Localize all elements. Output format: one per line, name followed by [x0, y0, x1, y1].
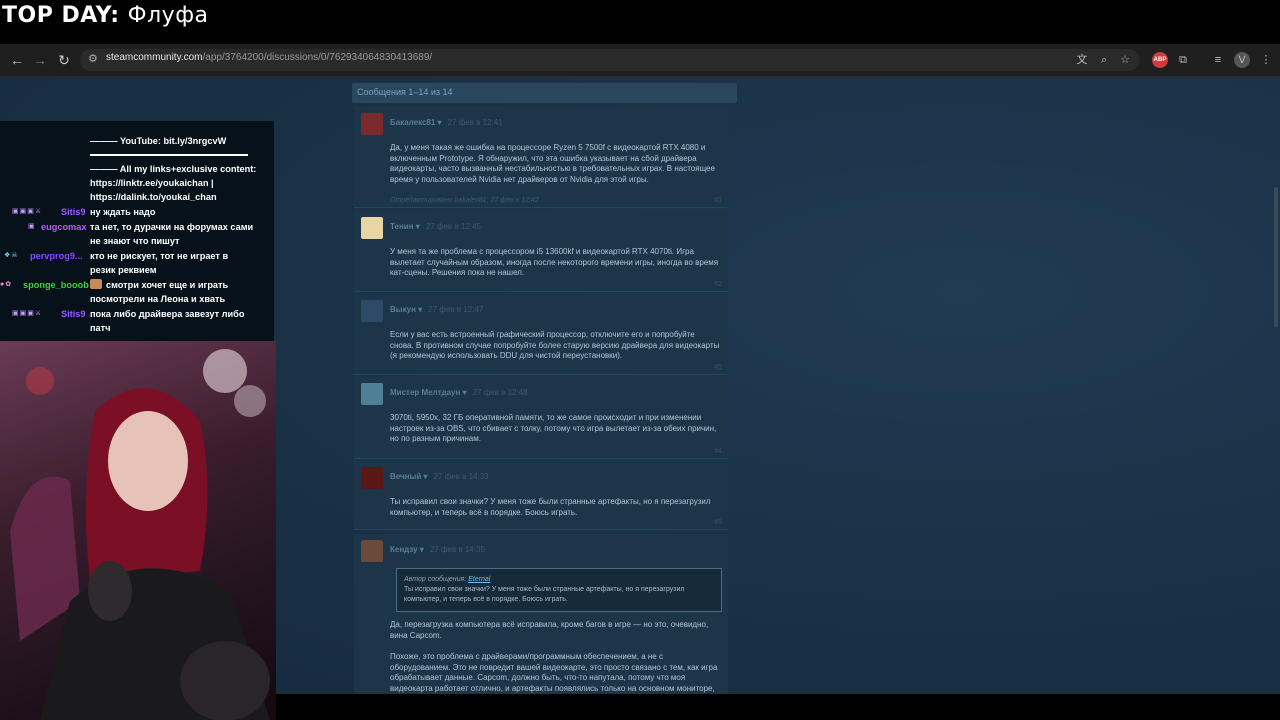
post-number[interactable]: #1: [714, 197, 722, 204]
chat-info-line: https://linktr.ee/youkaichan |: [90, 178, 214, 188]
chat-info-line: ——— YouTube: bit.ly/3nrgcvW: [90, 136, 227, 146]
post-date: 27 фев в 12:48: [472, 388, 528, 397]
chat-message: резик реквием: [90, 265, 157, 275]
media-control-icon[interactable]: ≡: [1210, 52, 1226, 68]
bookmark-star-icon[interactable]: ☆: [1117, 52, 1133, 68]
chat-badges: ▣: [28, 223, 36, 230]
post-date: 27 фев в 14:33: [433, 472, 489, 481]
post-date: 27 фев в 12:41: [447, 118, 503, 127]
quote-text: Ты исправил свои значки? У меня тоже был…: [404, 586, 685, 603]
post-6: Кендзу ▾ 27 фев в 14:35 Автор сообщения: …: [354, 534, 728, 694]
chat-badges: ▣▣▣⚔: [12, 208, 43, 215]
chat-message: не знают что пишут: [90, 236, 180, 246]
post-author[interactable]: Кендзу ▾ 27 фев в 14:35: [390, 545, 485, 554]
streamer-silhouette: [10, 349, 270, 720]
post-date: 27 фев в 14:35: [429, 545, 485, 554]
post-1: Бакалекс81 ▾ 27 фев в 12:41 Да, у меня та…: [354, 107, 728, 208]
browser-toolbar: ← → ↻ ⚙ steamcommunity.com/app/3764200/d…: [0, 44, 1280, 77]
emote-icon: [90, 279, 102, 289]
chat-message: ну ждать надо: [90, 207, 156, 217]
webcam-feed: [0, 341, 276, 720]
post-edited-note: Отредактировано bakalex81; 27 фев в 12:4…: [390, 197, 539, 204]
chat-username[interactable]: eugcomax: [41, 220, 86, 234]
stream-chat: ——— YouTube: bit.ly/3nrgcvW ——— All my l…: [0, 121, 274, 341]
quote-header: Автор сообщения: Eternal: [404, 576, 491, 583]
page-scrollbar[interactable]: [1274, 187, 1278, 327]
chat-message: смотри хочет еще и играть: [90, 278, 228, 292]
post-body: Да, у меня такая же ошибка на процессоре…: [390, 143, 715, 184]
discussion-thread: Сообщения 1–14 из 14 Бакалекс81 ▾ 27 фев …: [352, 77, 737, 694]
post-author[interactable]: Выкун ▾ 27 фев в 12:47: [390, 305, 483, 314]
url-domain: steamcommunity.com: [106, 52, 203, 63]
chat-username[interactable]: pervprog9...: [30, 249, 83, 263]
chat-username[interactable]: Sitis9: [61, 205, 86, 219]
adblock-extension-icon[interactable]: ABP: [1152, 52, 1168, 68]
chat-message: кто не рискует, тот не играет в: [90, 251, 229, 261]
avatar[interactable]: [361, 113, 383, 135]
forward-icon[interactable]: →: [31, 51, 49, 69]
post-number[interactable]: #3: [714, 364, 722, 371]
back-icon[interactable]: ←: [8, 51, 26, 69]
post-author[interactable]: Мистер Мелтдаун ▾ 27 фев в 12:48: [390, 388, 528, 397]
chat-badges: ▣▣▣⚔: [12, 310, 43, 317]
profile-avatar-icon[interactable]: V: [1234, 52, 1250, 68]
url-text[interactable]: steamcommunity.com/app/3764200/discussio…: [106, 52, 432, 63]
chat-divider: [90, 154, 248, 156]
chat-badges: ❖☠: [4, 252, 19, 259]
avatar[interactable]: [361, 540, 383, 562]
post-date: 27 фев в 12:45: [425, 222, 481, 231]
chat-info-line: ——— All my links+exclusive content:: [90, 164, 257, 174]
post-date: 27 фев в 12:47: [428, 305, 484, 314]
post-paragraph: Да, перезагрузка компьютера всё исправил…: [390, 620, 709, 640]
browser-menu-icon[interactable]: ⋮: [1258, 52, 1274, 68]
post-3: Выкун ▾ 27 фев в 12:47 Если у вас есть вс…: [354, 294, 728, 375]
avatar[interactable]: [361, 383, 383, 405]
post-paragraph: Похоже, это проблема с драйверами/програ…: [390, 652, 718, 693]
avatar[interactable]: [361, 300, 383, 322]
post-body: У меня та же проблема с процессором i5 1…: [390, 247, 719, 277]
chat-message: патч: [90, 323, 111, 333]
reload-icon[interactable]: ↻: [55, 51, 73, 69]
post-5: Вечный ▾ 27 фев в 14:33 Ты исправил свои …: [354, 461, 728, 530]
post-number[interactable]: #2: [714, 281, 722, 288]
top-day-name: Флуфа: [127, 3, 209, 28]
chat-username[interactable]: Sitis9: [61, 307, 86, 321]
chat-badges: ●✿: [0, 281, 13, 288]
address-bar[interactable]: ⚙ steamcommunity.com/app/3764200/discuss…: [80, 49, 1140, 71]
post-4: Мистер Мелтдаун ▾ 27 фев в 12:48 3070ti, …: [354, 377, 728, 459]
post-body: 3070ti, 5950x, 32 ГБ оперативной памяти,…: [390, 413, 717, 443]
extensions-puzzle-icon[interactable]: ⧉: [1175, 52, 1191, 68]
paging-info: Сообщения 1–14 из 14: [352, 83, 737, 103]
post-number[interactable]: #4: [714, 448, 722, 455]
post-author[interactable]: Вечный ▾ 27 фев в 14:33: [390, 472, 489, 481]
top-day-banner: TOP DAY: Флуфа: [2, 0, 402, 40]
post-body: Автор сообщения: Eternal Ты исправил сво…: [390, 568, 722, 694]
post-body: Если у вас есть встроенный графический п…: [390, 330, 720, 360]
url-path: /app/3764200/discussions/0/7629340648304…: [202, 52, 433, 63]
chat-message: посмотрели на Леона и хвать: [90, 294, 226, 304]
top-day-label: TOP DAY:: [2, 3, 120, 28]
chat-username[interactable]: sponge_booob: [23, 278, 89, 292]
chat-info-line: https://dalink.to/youkai_chan: [90, 192, 217, 202]
post-2: Тенин ▾ 27 фев в 12:45 У меня та же пробл…: [354, 211, 728, 292]
chat-message: та нет, то дурачки на форумах сами: [90, 222, 254, 232]
site-info-icon[interactable]: ⚙: [88, 52, 102, 66]
chat-message: пока либо драйвера завезут либо: [90, 309, 245, 319]
translate-icon[interactable]: 文: [1074, 52, 1090, 68]
post-body: Ты исправил свои значки? У меня тоже был…: [390, 497, 711, 517]
avatar[interactable]: [361, 217, 383, 239]
post-author[interactable]: Бакалекс81 ▾ 27 фев в 12:41: [390, 118, 503, 127]
avatar[interactable]: [361, 467, 383, 489]
post-number[interactable]: #5: [714, 519, 722, 526]
zoom-icon[interactable]: ⌕: [1096, 52, 1112, 68]
quote-block: Автор сообщения: Eternal Ты исправил сво…: [396, 568, 722, 612]
quote-author-link[interactable]: Eternal: [468, 576, 490, 583]
post-author[interactable]: Тенин ▾ 27 фев в 12:45: [390, 222, 481, 231]
